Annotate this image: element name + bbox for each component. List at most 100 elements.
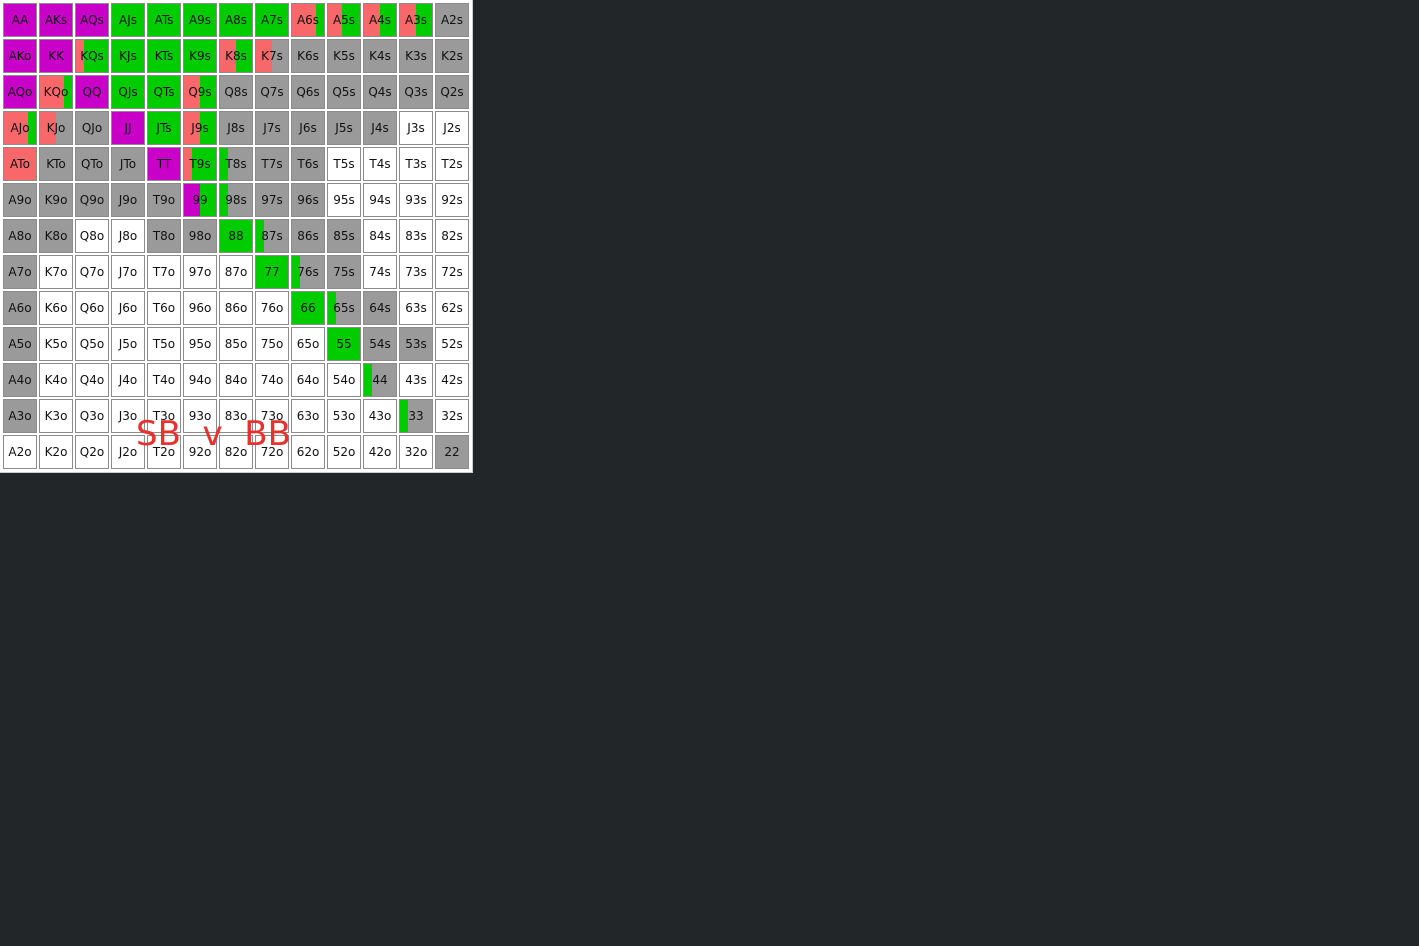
hand-cell-94o[interactable]: 94o xyxy=(183,363,217,397)
hand-cell-K9s[interactable]: K9s xyxy=(183,39,217,73)
hand-cell-99[interactable]: 99 xyxy=(183,183,217,217)
hand-cell-A7o[interactable]: A7o xyxy=(3,255,37,289)
hand-cell-AKs[interactable]: AKs xyxy=(39,3,73,37)
hand-cell-87o[interactable]: 87o xyxy=(219,255,253,289)
hand-cell-76o[interactable]: 76o xyxy=(255,291,289,325)
hand-cell-22[interactable]: 22 xyxy=(435,435,469,469)
hand-cell-A3o[interactable]: A3o xyxy=(3,399,37,433)
hand-cell-J8o[interactable]: J8o xyxy=(111,219,145,253)
hand-cell-A8o[interactable]: A8o xyxy=(3,219,37,253)
hand-cell-A4s[interactable]: A4s xyxy=(363,3,397,37)
hand-cell-86o[interactable]: 86o xyxy=(219,291,253,325)
hand-cell-98s[interactable]: 98s xyxy=(219,183,253,217)
hand-cell-A6s[interactable]: A6s xyxy=(291,3,325,37)
hand-cell-74s[interactable]: 74s xyxy=(363,255,397,289)
hand-cell-84s[interactable]: 84s xyxy=(363,219,397,253)
hand-cell-A7s[interactable]: A7s xyxy=(255,3,289,37)
hand-cell-44[interactable]: 44 xyxy=(363,363,397,397)
hand-cell-T6s[interactable]: T6s xyxy=(291,147,325,181)
hand-cell-A5s[interactable]: A5s xyxy=(327,3,361,37)
hand-cell-A5o[interactable]: A5o xyxy=(3,327,37,361)
hand-cell-AJo[interactable]: AJo xyxy=(3,111,37,145)
hand-cell-T4o[interactable]: T4o xyxy=(147,363,181,397)
hand-cell-33[interactable]: 33 xyxy=(399,399,433,433)
hand-cell-TT[interactable]: TT xyxy=(147,147,181,181)
hand-cell-QQ[interactable]: QQ xyxy=(75,75,109,109)
hand-cell-T9o[interactable]: T9o xyxy=(147,183,181,217)
hand-cell-96o[interactable]: 96o xyxy=(183,291,217,325)
hand-cell-A4o[interactable]: A4o xyxy=(3,363,37,397)
hand-cell-K2o[interactable]: K2o xyxy=(39,435,73,469)
hand-cell-QTs[interactable]: QTs xyxy=(147,75,181,109)
hand-cell-73o[interactable]: 73o xyxy=(255,399,289,433)
hand-cell-94s[interactable]: 94s xyxy=(363,183,397,217)
hand-cell-K3s[interactable]: K3s xyxy=(399,39,433,73)
hand-cell-KTo[interactable]: KTo xyxy=(39,147,73,181)
hand-cell-Q6o[interactable]: Q6o xyxy=(75,291,109,325)
hand-cell-Q6s[interactable]: Q6s xyxy=(291,75,325,109)
hand-cell-65s[interactable]: 65s xyxy=(327,291,361,325)
hand-cell-T7o[interactable]: T7o xyxy=(147,255,181,289)
hand-cell-Q8o[interactable]: Q8o xyxy=(75,219,109,253)
hand-cell-54s[interactable]: 54s xyxy=(363,327,397,361)
hand-cell-72s[interactable]: 72s xyxy=(435,255,469,289)
hand-cell-T7s[interactable]: T7s xyxy=(255,147,289,181)
hand-cell-83s[interactable]: 83s xyxy=(399,219,433,253)
hand-cell-K6s[interactable]: K6s xyxy=(291,39,325,73)
hand-cell-85s[interactable]: 85s xyxy=(327,219,361,253)
hand-cell-J4o[interactable]: J4o xyxy=(111,363,145,397)
hand-cell-A3s[interactable]: A3s xyxy=(399,3,433,37)
hand-cell-82o[interactable]: 82o xyxy=(219,435,253,469)
hand-cell-66[interactable]: 66 xyxy=(291,291,325,325)
hand-cell-AJs[interactable]: AJs xyxy=(111,3,145,37)
hand-cell-J9s[interactable]: J9s xyxy=(183,111,217,145)
hand-cell-J5s[interactable]: J5s xyxy=(327,111,361,145)
hand-cell-KJo[interactable]: KJo xyxy=(39,111,73,145)
hand-cell-73s[interactable]: 73s xyxy=(399,255,433,289)
hand-cell-96s[interactable]: 96s xyxy=(291,183,325,217)
hand-cell-AA[interactable]: AA xyxy=(3,3,37,37)
hand-cell-82s[interactable]: 82s xyxy=(435,219,469,253)
hand-cell-ATo[interactable]: ATo xyxy=(3,147,37,181)
hand-cell-A6o[interactable]: A6o xyxy=(3,291,37,325)
hand-cell-T3o[interactable]: T3o xyxy=(147,399,181,433)
hand-cell-T8o[interactable]: T8o xyxy=(147,219,181,253)
hand-cell-K8o[interactable]: K8o xyxy=(39,219,73,253)
hand-cell-75o[interactable]: 75o xyxy=(255,327,289,361)
hand-cell-J4s[interactable]: J4s xyxy=(363,111,397,145)
hand-cell-86s[interactable]: 86s xyxy=(291,219,325,253)
hand-cell-KTs[interactable]: KTs xyxy=(147,39,181,73)
hand-cell-K5s[interactable]: K5s xyxy=(327,39,361,73)
hand-cell-J3o[interactable]: J3o xyxy=(111,399,145,433)
hand-cell-Q9o[interactable]: Q9o xyxy=(75,183,109,217)
hand-cell-T8s[interactable]: T8s xyxy=(219,147,253,181)
hand-cell-K4s[interactable]: K4s xyxy=(363,39,397,73)
hand-cell-97o[interactable]: 97o xyxy=(183,255,217,289)
hand-cell-A2s[interactable]: A2s xyxy=(435,3,469,37)
hand-cell-K3o[interactable]: K3o xyxy=(39,399,73,433)
hand-cell-QTo[interactable]: QTo xyxy=(75,147,109,181)
hand-cell-J5o[interactable]: J5o xyxy=(111,327,145,361)
hand-cell-K6o[interactable]: K6o xyxy=(39,291,73,325)
hand-cell-74o[interactable]: 74o xyxy=(255,363,289,397)
hand-cell-54o[interactable]: 54o xyxy=(327,363,361,397)
hand-cell-QJo[interactable]: QJo xyxy=(75,111,109,145)
hand-cell-ATs[interactable]: ATs xyxy=(147,3,181,37)
hand-cell-43s[interactable]: 43s xyxy=(399,363,433,397)
hand-cell-Q3s[interactable]: Q3s xyxy=(399,75,433,109)
hand-cell-K9o[interactable]: K9o xyxy=(39,183,73,217)
hand-cell-88[interactable]: 88 xyxy=(219,219,253,253)
hand-cell-64s[interactable]: 64s xyxy=(363,291,397,325)
hand-cell-76s[interactable]: 76s xyxy=(291,255,325,289)
hand-cell-Q9s[interactable]: Q9s xyxy=(183,75,217,109)
hand-cell-A8s[interactable]: A8s xyxy=(219,3,253,37)
hand-cell-J8s[interactable]: J8s xyxy=(219,111,253,145)
hand-cell-93s[interactable]: 93s xyxy=(399,183,433,217)
hand-cell-J2s[interactable]: J2s xyxy=(435,111,469,145)
hand-cell-A9s[interactable]: A9s xyxy=(183,3,217,37)
hand-cell-75s[interactable]: 75s xyxy=(327,255,361,289)
hand-cell-43o[interactable]: 43o xyxy=(363,399,397,433)
hand-cell-55[interactable]: 55 xyxy=(327,327,361,361)
hand-cell-Q4o[interactable]: Q4o xyxy=(75,363,109,397)
hand-cell-87s[interactable]: 87s xyxy=(255,219,289,253)
